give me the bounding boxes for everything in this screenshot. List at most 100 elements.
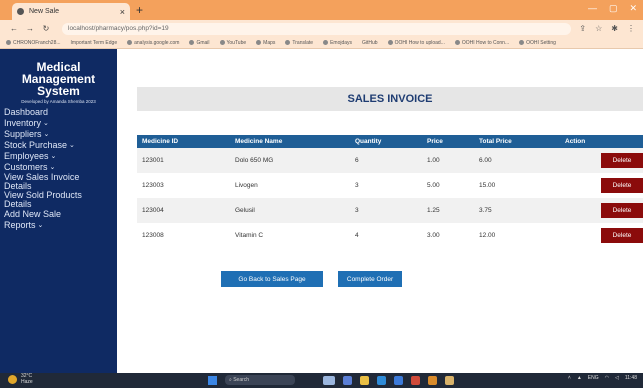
chevron-down-icon: ⌄	[43, 120, 49, 127]
app-icon[interactable]	[411, 375, 420, 385]
address-bar-row: ← → ↻ localhost/pharmacy/pos.php?id=19 ⇪…	[0, 20, 643, 37]
reload-icon[interactable]: ↻	[40, 24, 52, 33]
cell-total-price: 15.00	[479, 182, 496, 189]
delete-button[interactable]: Delete	[601, 178, 643, 193]
delete-button[interactable]: Delete	[601, 203, 643, 218]
cell-quantity: 6	[350, 148, 422, 173]
chrome-icon[interactable]	[428, 375, 437, 385]
table-row: 123003 Livogen 3 5.00 15.00 Delete	[137, 173, 643, 198]
sidebar-item-reports[interactable]: Reports ⌄	[0, 220, 117, 231]
star-icon[interactable]: ☆	[595, 24, 602, 33]
task-view-icon[interactable]	[323, 375, 335, 385]
bookmark[interactable]: Emojdays	[323, 40, 352, 46]
window-controls: — ▢ ✕	[588, 3, 637, 14]
url-field[interactable]: localhost/pharmacy/pos.php?id=19	[62, 22, 572, 35]
bookmark[interactable]: CHRONOFranch28...	[6, 40, 61, 46]
column-header: Quantity	[350, 135, 422, 148]
bookmark[interactable]: analysis.google.com	[127, 40, 179, 46]
bookmark[interactable]: OOHI How to upload...	[387, 40, 445, 46]
column-header: Action	[560, 135, 643, 148]
bookmark[interactable]: GitHub	[362, 40, 378, 46]
column-header: Total Price	[474, 135, 560, 148]
browser-tab[interactable]: New Sale ×	[12, 3, 130, 20]
sidebar-item-employees[interactable]: Employees ⌄	[0, 151, 117, 162]
delete-button[interactable]: Delete	[601, 228, 643, 243]
sidebar-item-add-new-sale[interactable]: Add New Sale	[0, 209, 117, 220]
cell-medicine-name: Dolo 650 MG	[230, 148, 350, 173]
bookmark[interactable]: YouTube	[219, 40, 246, 46]
bookmark[interactable]: Gmail	[189, 40, 210, 46]
sidebar-item-inventory[interactable]: Inventory ⌄	[0, 118, 117, 129]
chat-icon[interactable]	[343, 375, 352, 385]
delete-button[interactable]: Delete	[601, 153, 643, 168]
sidebar-item-view-sold-products[interactable]: View Sold Products Details	[0, 191, 117, 209]
table-row: 123004 Gelusil 3 1.25 3.75 Delete	[137, 198, 643, 223]
weather-widget[interactable]: 32°C Haze	[8, 373, 33, 385]
sidebar-menu: Dashboard Inventory ⌄ Suppliers ⌄ Stock Pu…	[0, 107, 117, 231]
share-icon[interactable]: ⇪	[579, 24, 586, 33]
cell-price: 5.00	[427, 182, 440, 189]
column-header: Medicine ID	[137, 135, 230, 148]
sidebar-item-dashboard[interactable]: Dashboard	[0, 107, 117, 118]
cell-medicine-id: 123001	[137, 148, 230, 173]
main-content: SALES INVOICE Medicine ID Medicine Name …	[117, 49, 643, 373]
cell-price: 3.00	[427, 232, 440, 239]
weather-icon	[8, 374, 17, 384]
invoice-actions: Go Back to Sales Page Complete Order	[221, 271, 402, 287]
cell-total-price: 3.75	[474, 198, 560, 223]
close-window-icon[interactable]: ✕	[629, 3, 637, 14]
cell-medicine-name: Vitamin C	[235, 232, 264, 239]
cell-total-price: 6.00	[474, 148, 560, 173]
extensions-icon[interactable]: ✱	[611, 24, 618, 33]
minimize-icon[interactable]: —	[588, 3, 597, 14]
complete-order-button[interactable]: Complete Order	[338, 271, 402, 287]
store-icon[interactable]	[394, 375, 403, 385]
cell-medicine-id: 123003	[142, 182, 164, 189]
bookmark[interactable]: Important Term Edge	[71, 40, 118, 46]
cell-medicine-name: Livogen	[235, 182, 258, 189]
table-row: 123008 Vitamin C 4 3.00 12.00 Delete	[137, 223, 643, 248]
developer-credit: Developed by Amanda Shemba 2023	[21, 99, 96, 104]
sidebar-item-view-sales-invoice[interactable]: View Sales Invoice Details	[0, 173, 117, 191]
new-tab-icon[interactable]: +	[136, 3, 143, 17]
volume-icon[interactable]: ◁	[615, 375, 619, 381]
cell-total-price: 12.00	[479, 232, 496, 239]
url-text: localhost/pharmacy/pos.php?id=19	[68, 25, 169, 32]
system-tray: ˄ ▲ ENG ◠ ◁ 11:48	[568, 375, 637, 381]
tab-title: New Sale	[29, 8, 59, 15]
bookmark[interactable]: Maps	[256, 40, 275, 46]
close-tab-icon[interactable]: ×	[120, 7, 125, 17]
chevron-up-icon[interactable]: ˄	[568, 375, 571, 381]
language-indicator[interactable]: ENG	[588, 375, 599, 381]
bookmark[interactable]: Translate	[285, 40, 313, 46]
windows-start-icon[interactable]	[208, 375, 217, 385]
cell-medicine-id: 123008	[142, 232, 164, 239]
app-icon[interactable]	[445, 375, 454, 385]
maximize-icon[interactable]: ▢	[609, 3, 618, 14]
chevron-down-icon: ⌄	[37, 222, 44, 229]
chevron-down-icon: ⌄	[43, 131, 50, 138]
bookmark[interactable]: OOHI Setting	[519, 40, 556, 46]
forward-arrow-icon[interactable]: →	[24, 24, 36, 33]
sidebar-item-stock-purchase[interactable]: Stock Purchase ⌄	[0, 140, 117, 151]
chevron-down-icon: ⌄	[69, 142, 75, 149]
go-back-button[interactable]: Go Back to Sales Page	[221, 271, 323, 287]
menu-icon[interactable]: ⋮	[627, 24, 635, 33]
column-header: Medicine Name	[230, 135, 350, 148]
sidebar-item-suppliers[interactable]: Suppliers ⌄	[0, 129, 117, 140]
bookmark[interactable]: OOHI How to Conn...	[454, 40, 509, 46]
browser-tab-bar: New Sale × + — ▢ ✕	[0, 0, 643, 20]
sidebar: Medical Management System Developed by A…	[0, 49, 117, 373]
table-row: 123001 Dolo 650 MG 6 1.00 6.00 Delete	[137, 148, 643, 173]
invoice-table: Medicine ID Medicine Name Quantity Price…	[137, 135, 643, 248]
tray-icon[interactable]: ▲	[577, 375, 582, 381]
brand-title: Medical Management System	[21, 60, 96, 98]
wifi-icon[interactable]: ◠	[605, 375, 609, 381]
cell-quantity: 3	[355, 182, 359, 189]
taskbar-search[interactable]: ⌕ Search	[225, 375, 295, 385]
back-arrow-icon[interactable]: ←	[8, 24, 20, 33]
clock[interactable]: 11:48	[625, 375, 637, 381]
edge-icon[interactable]	[377, 375, 386, 385]
page-title: SALES INVOICE	[137, 87, 643, 111]
file-explorer-icon[interactable]	[360, 375, 369, 385]
